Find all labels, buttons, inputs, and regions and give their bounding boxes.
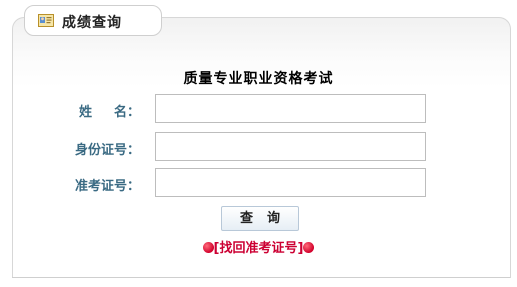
retrieve-ticket-link[interactable]: [找回准考证号]	[214, 241, 304, 256]
query-button[interactable]: 查询	[221, 206, 299, 231]
exam-title: 质量专业职业资格考试	[183, 71, 334, 87]
tab-title: 成绩查询	[62, 15, 122, 31]
name-input[interactable]	[155, 94, 426, 123]
panel-tab: 成绩查询	[24, 5, 162, 36]
bullet-dot-icon	[202, 242, 214, 253]
name-label-char-1: 姓	[78, 105, 92, 120]
admission-ticket-label: 准考证号：	[74, 179, 140, 194]
name-label-char-2: 名：	[113, 105, 140, 120]
retrieve-ticket-row: [找回准考证号]	[0, 237, 517, 256]
id-card-icon	[38, 13, 54, 28]
name-label: 姓 名：	[70, 101, 140, 120]
query-button-char-1: 查	[239, 211, 253, 226]
id-number-input[interactable]	[155, 132, 426, 161]
admission-ticket-input[interactable]	[155, 168, 426, 197]
id-number-label: 身份证号：	[74, 143, 140, 158]
score-query-page: 成绩查询 质量专业职业资格考试 姓 名： 身份证号： 准考证号： 查询 [找回准考…	[0, 0, 517, 287]
query-button-char-2: 询	[267, 211, 281, 226]
bullet-dot-icon	[303, 242, 315, 253]
